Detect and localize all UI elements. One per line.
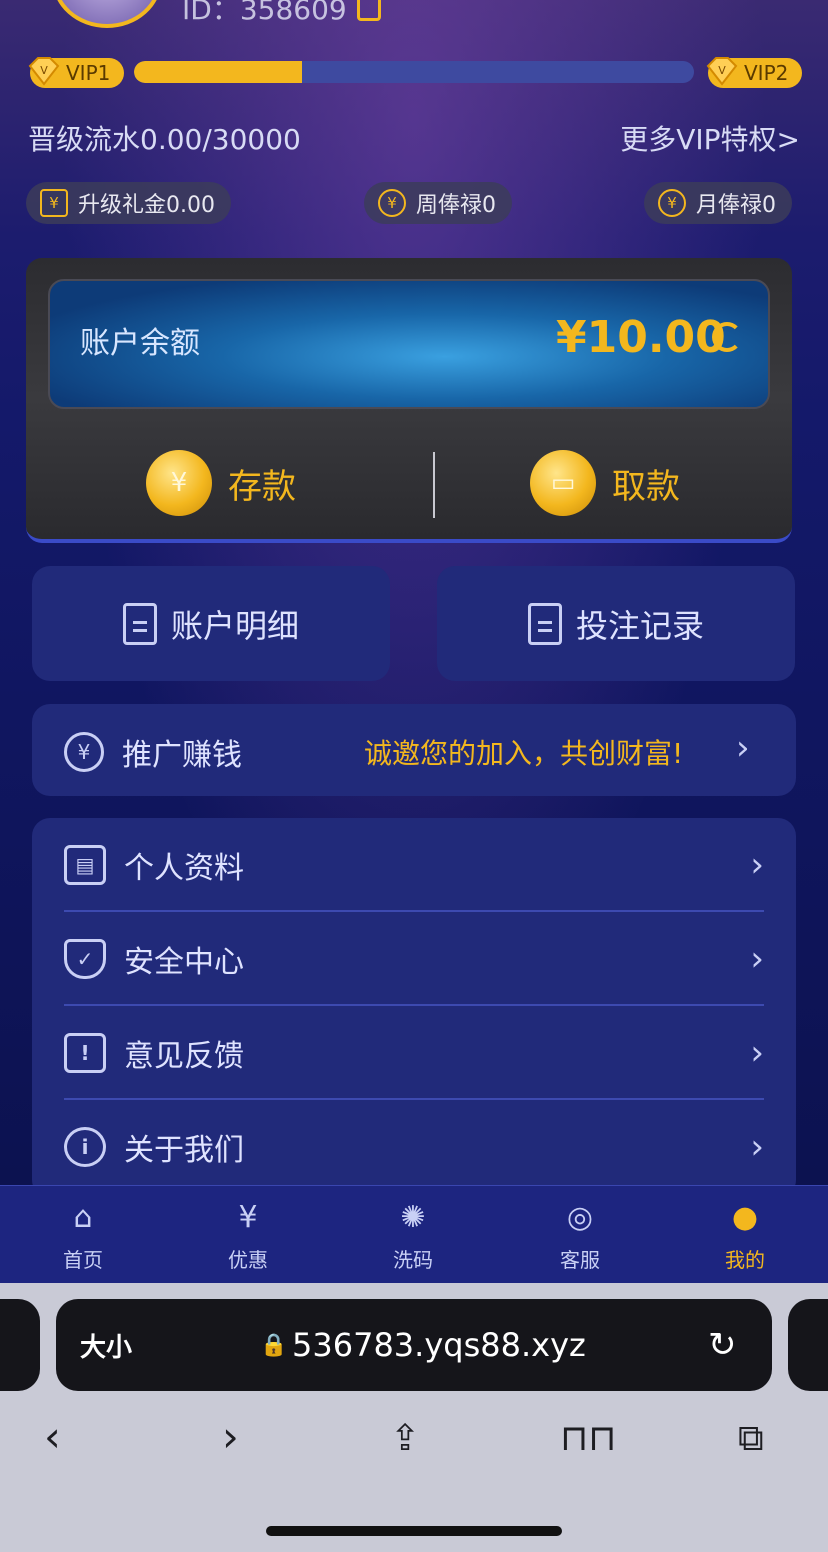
tab-label: 优惠 <box>228 1248 268 1272</box>
tab-label: 洗码 <box>393 1248 433 1272</box>
coin-yen-icon: ¥ <box>658 189 686 217</box>
bet-record-button[interactable]: 投注记录 <box>437 566 795 681</box>
ticket-icon: ¥ <box>238 1199 258 1235</box>
prev-tab-preview[interactable] <box>0 1299 40 1391</box>
tab-home[interactable]: ⌂ 首页 <box>33 1198 133 1273</box>
account-detail-label: 账户明细 <box>170 606 299 645</box>
settings-menu: ▤ 个人资料 › ✓ 安全中心 › ! 意见反馈 › i 关于我们 › <box>32 818 796 1198</box>
menu-item-feedback[interactable]: ! 意见反馈 › <box>64 1006 764 1100</box>
lock-icon: 🔒 <box>260 1332 288 1358</box>
diamond-icon: V <box>706 57 738 86</box>
user-id-text: ID：358609 <box>182 0 347 26</box>
forward-icon[interactable]: › <box>222 1412 239 1461</box>
withdraw-label: 取款 <box>612 466 680 507</box>
home-indicator <box>266 1526 562 1536</box>
tab-label: 我的 <box>725 1248 765 1272</box>
receipt-yen-icon <box>122 602 157 645</box>
user-id: ID：358609 <box>182 0 381 28</box>
balance-label: 账户余额 <box>80 326 200 361</box>
document-icon <box>527 602 562 645</box>
tab-mine[interactable]: ● 我的 <box>695 1198 795 1273</box>
refresh-icon[interactable] <box>712 322 742 352</box>
copy-icon[interactable] <box>356 0 381 21</box>
bookmarks-icon[interactable]: ⊓⊓ <box>560 1418 616 1459</box>
upgrade-bonus-label: 升级礼金0.00 <box>78 193 215 218</box>
diamond-icon: V <box>28 57 60 86</box>
menu-divider <box>64 910 764 912</box>
bet-record-label: 投注记录 <box>575 606 704 645</box>
text-size-button[interactable]: 大小 <box>80 1327 132 1364</box>
diamond-yen-icon: ¥ <box>40 189 68 217</box>
tabs-icon[interactable]: ⧉ <box>738 1418 764 1460</box>
tab-support[interactable]: ◎ 客服 <box>530 1198 630 1273</box>
deposit-button[interactable]: ¥ 存款 <box>146 450 296 516</box>
monthly-salary-label: 月俸禄0 <box>696 193 776 218</box>
info-icon: i <box>64 1127 106 1167</box>
weekly-salary-pill: ¥ 周俸禄0 <box>364 182 512 224</box>
menu-item-label: 安全中心 <box>124 945 244 980</box>
back-icon[interactable]: ‹ <box>44 1412 61 1461</box>
menu-item-about[interactable]: i 关于我们 › <box>64 1100 764 1194</box>
share-icon[interactable]: ⇪ <box>390 1418 420 1459</box>
tab-label: 客服 <box>560 1248 600 1272</box>
tab-rebate[interactable]: ✺ 洗码 <box>363 1198 463 1273</box>
menu-item-label: 意见反馈 <box>124 1039 244 1074</box>
vip-progress-bar <box>134 61 694 83</box>
id-card-icon: ▤ <box>64 845 106 885</box>
home-icon: ⌂ <box>73 1199 93 1235</box>
promo-left: ¥ 推广赚钱 <box>64 730 242 774</box>
account-detail-button[interactable]: 账户明细 <box>32 566 390 681</box>
vip-next-label: VIP2 <box>744 61 789 85</box>
upgrade-bonus-pill: ¥ 升级礼金0.00 <box>26 182 231 224</box>
tab-label: 首页 <box>63 1248 103 1272</box>
reload-icon[interactable]: ↻ <box>708 1325 737 1365</box>
menu-divider <box>64 1098 764 1100</box>
headset-icon: ◎ <box>566 1199 594 1235</box>
chevron-right-icon: › <box>750 1033 764 1073</box>
vip-current-label: VIP1 <box>66 61 111 85</box>
next-tab-preview[interactable] <box>788 1299 828 1391</box>
address-bar[interactable]: 大小 🔒 536783.yqs88.xyz ↻ <box>56 1299 772 1391</box>
chip-icon: ✺ <box>400 1199 426 1235</box>
vip-current-badge: V VIP1 <box>28 57 124 88</box>
menu-item-label: 关于我们 <box>124 1133 244 1168</box>
chevron-right-icon: › <box>750 845 764 885</box>
weekly-salary-label: 周俸禄0 <box>416 193 496 218</box>
deposit-label: 存款 <box>228 466 296 507</box>
promo-slogan: 诚邀您的加入，共创财富! <box>364 737 684 770</box>
url-text[interactable]: 536783.yqs88.xyz <box>292 1326 586 1364</box>
svg-text:V: V <box>718 64 726 77</box>
more-vip-link[interactable]: 更多VIP特权> <box>620 118 800 158</box>
menu-item-profile[interactable]: ▤ 个人资料 › <box>64 818 764 912</box>
shield-check-icon: ✓ <box>64 939 106 979</box>
tab-promotions[interactable]: ¥ 优惠 <box>198 1198 298 1273</box>
chevron-right-icon: › <box>750 1127 764 1167</box>
vip-next-badge: V VIP2 <box>706 57 802 88</box>
chevron-right-icon: › <box>750 939 764 979</box>
vip-turnover-text: 晋级流水0.00/30000 <box>28 123 301 156</box>
user-icon: ● <box>731 1199 759 1235</box>
monthly-salary-pill: ¥ 月俸禄0 <box>644 182 792 224</box>
promo-label: 推广赚钱 <box>122 738 242 773</box>
menu-item-security[interactable]: ✓ 安全中心 › <box>64 912 764 1006</box>
chevron-right-icon: › <box>736 728 750 768</box>
yen-circle-icon: ¥ <box>64 732 104 772</box>
svg-text:V: V <box>40 64 48 77</box>
vip-progress-fill <box>134 61 302 83</box>
feedback-icon: ! <box>64 1033 106 1073</box>
action-divider <box>433 452 435 518</box>
withdraw-button[interactable]: ▭ 取款 <box>530 450 680 516</box>
coin-yen-icon: ¥ <box>378 189 406 217</box>
deposit-icon: ¥ <box>146 450 212 516</box>
card-icon: ▭ <box>530 450 596 516</box>
balance-value: ¥10.00 <box>556 312 726 363</box>
menu-divider <box>64 1004 764 1006</box>
menu-item-label: 个人资料 <box>124 851 244 886</box>
